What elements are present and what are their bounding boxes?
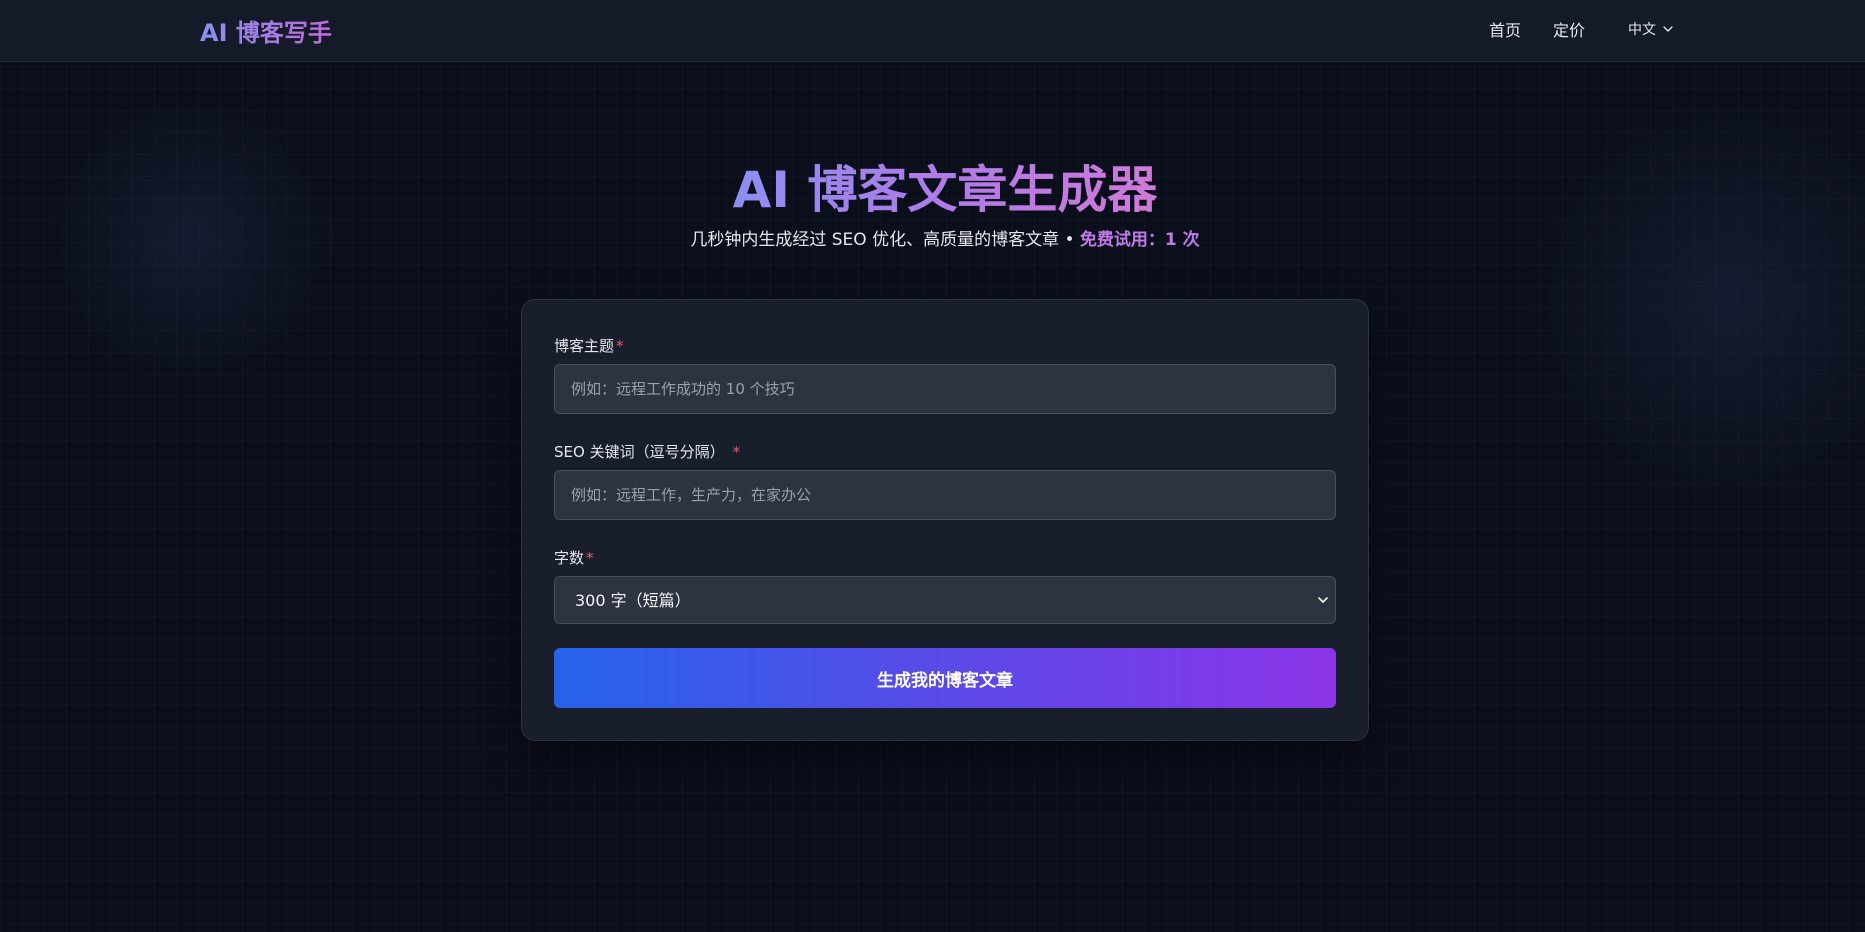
page-subtitle: 几秒钟内生成经过 SEO 优化、高质量的博客文章 • 免费试用：1 次 <box>0 225 1865 250</box>
generate-post-button[interactable]: 生成我的博客文章 <box>554 648 1336 708</box>
brand-logo[interactable]: AI 博客写手 <box>200 13 332 48</box>
word-count-select[interactable]: 300 字（短篇） <box>554 576 1336 624</box>
free-trial-badge: 免费试用：1 次 <box>1079 230 1200 250</box>
keywords-label: SEO 关键词（逗号分隔） * <box>554 441 740 462</box>
subtitle-text: 几秒钟内生成经过 SEO 优化、高质量的博客文章 • <box>690 230 1075 250</box>
topic-label: 博客主题 * <box>554 335 624 356</box>
chevron-down-icon <box>1663 26 1673 32</box>
topic-input[interactable] <box>554 364 1336 414</box>
page-title-text: AI 博客文章生成器 <box>732 161 1158 219</box>
language-label: 中文 <box>1628 22 1656 38</box>
keywords-required-mark: * <box>732 443 741 461</box>
generator-form-card: 博客主题* SEO 关键词（逗号分隔）* 字数* 300 字（短篇） 生成我的博… <box>521 299 1369 741</box>
keywords-input[interactable] <box>554 470 1336 520</box>
topic-label-text: 博客主题 <box>554 337 615 355</box>
topic-required-mark: * <box>616 337 624 355</box>
navbar: AI 博客写手 首页 定价 中文 <box>0 0 1865 62</box>
language-selector[interactable]: 中文 <box>1628 19 1674 39</box>
nav-home-link[interactable]: 首页 <box>1489 17 1521 41</box>
page-title: AI 博客文章生成器 <box>0 150 1865 222</box>
word-count-label-text: 字数 <box>554 549 585 567</box>
nav-pricing-link[interactable]: 定价 <box>1553 17 1585 41</box>
keywords-label-text: SEO 关键词（逗号分隔） <box>554 443 725 461</box>
word-count-label: 字数 * <box>554 547 594 568</box>
word-count-required-mark: * <box>586 549 594 567</box>
